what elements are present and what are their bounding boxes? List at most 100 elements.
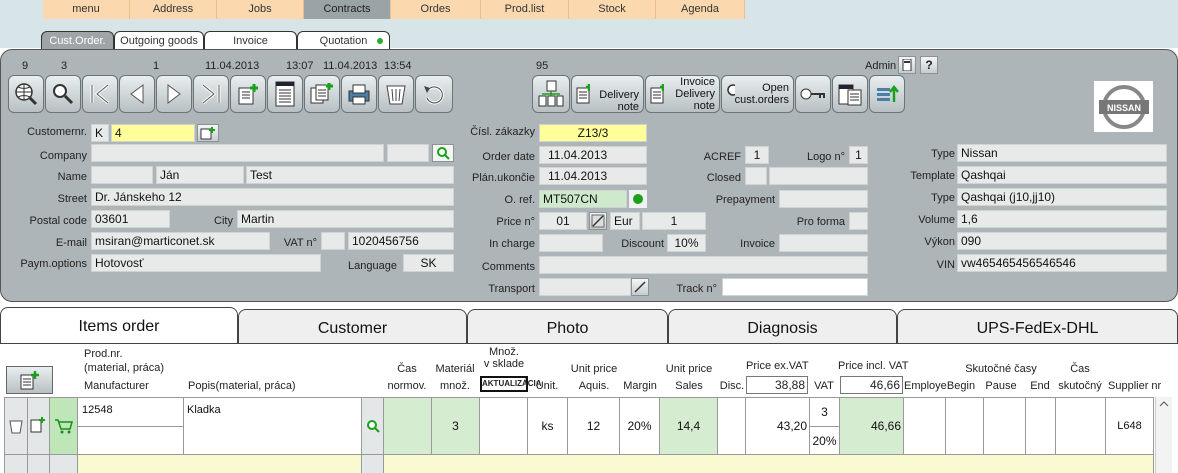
template-input[interactable]: Qashqai [957,166,1167,184]
first-record-button[interactable] [82,75,118,113]
globe-search-button[interactable] [8,75,44,113]
tab-items-order[interactable]: Items order [0,307,238,344]
vehicle-type2-input[interactable]: Qashqai (j10,jj10) [957,188,1167,206]
customernr-input[interactable]: 4 [111,124,195,142]
row2-search-cell[interactable] [362,455,384,473]
zakazky-input[interactable]: Z13/3 [539,124,647,142]
price-check-icon[interactable] [589,212,607,230]
row-pause[interactable] [984,397,1026,455]
proforma-checkbox[interactable] [849,212,868,230]
tab-ups-fedex-dhl[interactable]: UPS-FedEx-DHL [897,309,1178,343]
transport-input[interactable] [539,278,631,296]
rate-input[interactable]: 1 [642,212,706,230]
row-search-button[interactable] [362,397,384,455]
undo-button[interactable] [415,75,453,113]
street-input[interactable]: Dr. Jánskeho 12 [91,188,454,206]
order-date-input[interactable]: 11.04.2013 [539,146,647,164]
language-input[interactable]: SK [403,254,454,272]
key-button[interactable] [795,75,831,113]
transfer-button[interactable] [532,75,570,113]
menu-tab-stock[interactable]: Stock [569,0,656,19]
last-name-input[interactable]: Test [246,166,454,184]
upload-list-button[interactable] [869,75,905,113]
first-name-input[interactable]: Ján [156,166,244,184]
title-input[interactable] [91,166,153,184]
vykon-input[interactable]: 090 [957,232,1167,250]
tab-photo[interactable]: Photo [467,309,668,343]
row-material[interactable]: 3 [432,397,480,455]
volume-input[interactable]: 1,6 [957,210,1167,228]
vin-input[interactable]: vw465465456546546 [957,254,1167,272]
document-button[interactable] [267,75,303,113]
track-input[interactable] [722,278,868,296]
tab-invoice[interactable]: Invoice [204,31,297,50]
transport-select-icon[interactable] [631,278,649,296]
incharge-input[interactable] [539,234,603,252]
new-customer-icon[interactable] [197,124,219,142]
row-supplier[interactable]: L648 [1106,397,1154,455]
acref-input[interactable]: 1 [745,146,769,164]
currency-input[interactable]: Eur [610,212,640,230]
search-button[interactable] [45,75,81,113]
row-cart-button[interactable] [50,397,78,455]
row-sales[interactable]: 14,4 [660,397,718,455]
delivery-note-button[interactable]: Delivery note [571,75,644,113]
grid-scrollbar[interactable] [1155,397,1172,473]
menu-tab-jobs[interactable]: Jobs [217,0,304,19]
invoice-delivery-note-button[interactable]: Invoice Delivery note [645,75,720,113]
vat-prefix-input[interactable] [321,232,345,250]
logo-input[interactable]: 1 [849,146,868,164]
row2-rest-cell[interactable] [384,455,1154,473]
prepayment-input[interactable] [779,190,868,208]
plan-input[interactable]: 11.04.2013 [539,167,647,185]
row-cas[interactable] [384,397,432,455]
next-record-button[interactable] [156,75,192,113]
row-prodnr[interactable]: 12548 [78,397,184,427]
tab-outgoing-goods[interactable]: Outgoing goods [114,31,204,50]
tab-cust-order[interactable]: Cust.Order. [41,31,114,51]
menu-tab-menu[interactable]: menu [43,0,130,19]
print-button[interactable] [341,75,377,113]
aktualizacia-button[interactable]: AKTUALIZÁCIA [480,376,542,392]
tab-quotation[interactable]: Quotation [297,31,390,50]
last-record-button[interactable] [193,75,229,113]
copy-record-button[interactable] [304,75,340,113]
row-manufacturer[interactable] [78,427,184,455]
calculator-icon[interactable] [898,56,916,74]
company-extra-input[interactable] [387,144,429,162]
row2-copy-cell[interactable] [28,455,50,473]
closed-date-input[interactable] [769,167,868,185]
row-vat-rate[interactable]: 3 [810,397,840,427]
tab-customer[interactable]: Customer [238,309,467,343]
row-margin[interactable]: 20% [620,397,660,455]
company-search-icon[interactable] [432,144,454,162]
row-copy-button[interactable] [28,397,50,455]
add-item-button[interactable] [6,366,53,394]
oref-input[interactable]: MT507CN [539,190,627,208]
new-record-button[interactable] [230,75,266,113]
invoice-input[interactable] [779,234,868,252]
row-popis[interactable]: Kladka [184,397,362,455]
discount-input[interactable]: 10% [667,234,706,252]
help-icon[interactable]: ? [920,56,938,74]
delete-button[interactable] [378,75,414,113]
row-delete-button[interactable] [4,397,28,455]
tab-diagnosis[interactable]: Diagnosis [668,309,897,343]
previous-record-button[interactable] [119,75,155,113]
menu-tab-prodlist[interactable]: Prod.list [481,0,569,19]
menu-tab-ordes[interactable]: Ordes [391,0,481,19]
row-employe[interactable] [904,397,946,455]
postal-input[interactable]: 03601 [91,210,170,228]
row2-cart-cell[interactable] [50,455,78,473]
row-end[interactable] [1026,397,1056,455]
scroll-up-icon[interactable] [1156,397,1171,411]
paym-input[interactable]: Hotovosť [91,254,321,272]
row-disc[interactable] [718,397,746,455]
closed-checkbox[interactable] [745,167,767,185]
calculate-button[interactable] [832,75,868,113]
price-no-input[interactable]: 01 [539,212,587,230]
vat-input[interactable]: 1020456756 [348,232,454,250]
email-input[interactable]: msiran@marticonet.sk [91,232,270,250]
row-begin[interactable] [946,397,984,455]
row-aquis[interactable]: 12 [568,397,620,455]
